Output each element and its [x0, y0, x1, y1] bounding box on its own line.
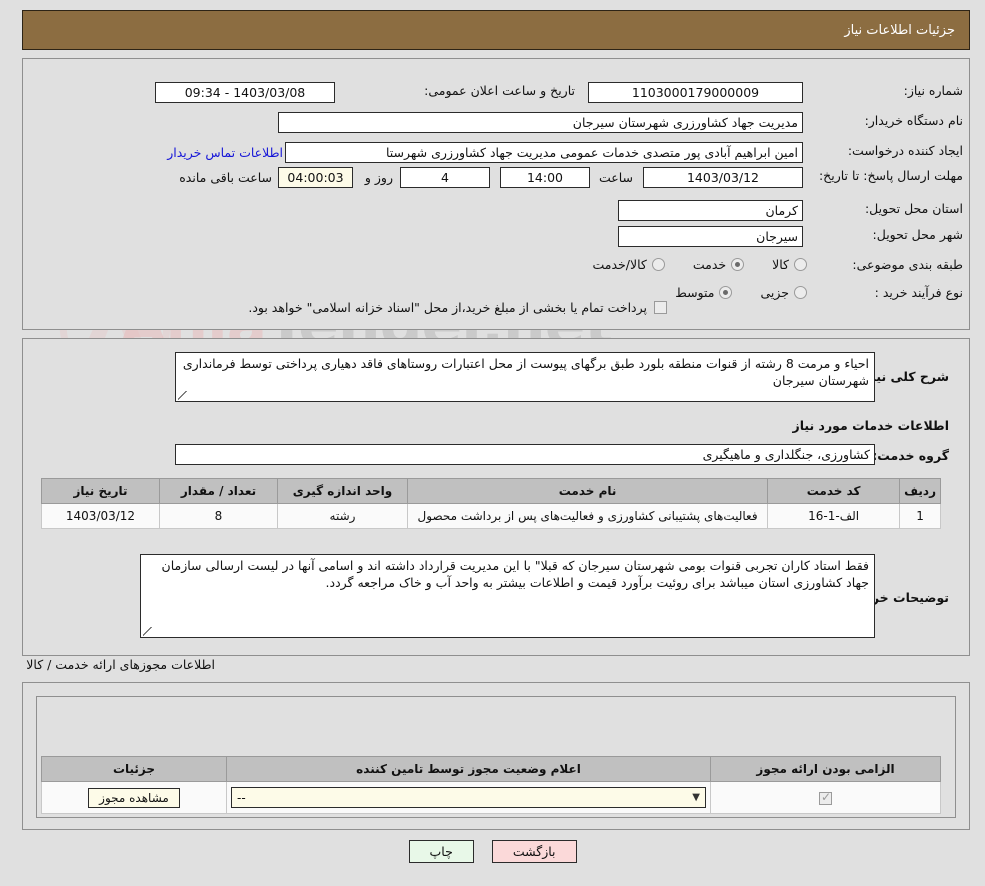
permits-section-title: اطلاعات مجوزهای ارائه خدمت / کالا	[26, 657, 215, 672]
category-radio-group: کالا خدمت کالا/خدمت	[592, 257, 807, 272]
category-label-kala-khedmat: کالا/خدمت	[592, 257, 647, 272]
process-option-motevaset[interactable]: متوسط	[675, 285, 733, 300]
process-label-wrap: نوع فرآیند خرید :	[875, 285, 963, 300]
services-table-header-row: ردیف کد خدمت نام خدمت واحد اندازه گیری ت…	[41, 478, 941, 504]
page-title: جزئیات اطلاعات نیاز	[844, 22, 955, 38]
category-option-kala-khedmat[interactable]: کالا/خدمت	[592, 257, 665, 272]
permits-col-status: اعلام وضعیت مجوز توسط تامین کننده	[226, 756, 711, 782]
treasury-row: پرداخت تمام یا بخشی از مبلغ خرید،از محل …	[248, 300, 667, 315]
permits-col-required: الزامی بودن ارائه مجوز	[710, 756, 941, 782]
services-cell-code: الف-1-16	[767, 503, 901, 529]
page-root: AniaTender.net جزئیات اطلاعات نیاز شماره…	[0, 0, 985, 886]
permit-status-value: --	[237, 790, 246, 805]
page-header: جزئیات اطلاعات نیاز	[22, 10, 970, 50]
permits-cell-required	[710, 781, 941, 814]
province-label-wrap: استان محل تحویل:	[865, 201, 963, 216]
services-table: ردیف کد خدمت نام خدمت واحد اندازه گیری ت…	[41, 478, 941, 529]
remaining-days-label: روز و	[364, 170, 393, 185]
process-option-jozei[interactable]: جزیی	[760, 285, 807, 300]
category-radio-khedmat[interactable]	[731, 258, 745, 271]
requester-label-wrap: ایجاد کننده درخواست:	[848, 143, 963, 158]
services-cell-date: 1403/03/12	[41, 503, 160, 529]
category-option-kala[interactable]: کالا	[772, 257, 807, 272]
permits-table-header-row: الزامی بودن ارائه مجوز اعلام وضعیت مجوز …	[41, 756, 941, 782]
services-cell-quantity: 8	[159, 503, 278, 529]
public-announce-label-wrap: تاریخ و ساعت اعلان عمومی:	[424, 83, 575, 98]
buyer-notes-textarea[interactable]: فقط استاد کاران تجربی قنوات بومی شهرستان…	[140, 554, 875, 638]
city-label-wrap: شهر محل تحویل:	[873, 227, 963, 242]
process-label-jozei: جزیی	[760, 285, 789, 300]
deadline-date-input[interactable]: 1403/03/12	[643, 167, 803, 188]
chevron-down-icon: ▼	[692, 792, 700, 803]
description-textarea[interactable]: احیاء و مرمت 8 رشته از قنوات منطقه بلورد…	[175, 352, 875, 402]
table-row: 1 الف-1-16 فعالیت‌های پشتیبانی کشاورزی و…	[41, 503, 941, 529]
permits-cell-status: ▼ --	[226, 781, 711, 814]
need-number-input[interactable]: 1103000179000009	[588, 82, 803, 103]
province-label: استان محل تحویل:	[864, 201, 963, 216]
process-label: نوع فرآیند خرید :	[874, 285, 963, 300]
process-label-motevaset: متوسط	[675, 285, 715, 300]
province-input[interactable]: کرمان	[618, 200, 803, 221]
services-cell-name: فعالیت‌های پشتیبانی کشاورزی و فعالیت‌های…	[406, 503, 769, 529]
services-col-unit: واحد اندازه گیری	[277, 478, 408, 504]
services-section-title: اطلاعات خدمات مورد نیاز	[792, 418, 950, 433]
service-group-input[interactable]: کشاورزی، جنگلداری و ماهیگیری	[175, 444, 875, 465]
buyer-contact-link[interactable]: اطلاعات تماس خریدار	[167, 145, 283, 160]
category-radio-kala-khedmat[interactable]	[651, 258, 665, 271]
print-button[interactable]: چاپ	[408, 840, 474, 863]
requester-input[interactable]: امین ابراهیم آبادی پور متصدی خدمات عمومی…	[285, 142, 803, 163]
footer-actions: بازگشت چاپ	[0, 840, 985, 863]
category-label-khedmat: خدمت	[692, 257, 727, 272]
deadline-hour-input[interactable]: 14:00	[500, 167, 590, 188]
process-radio-motevaset[interactable]	[719, 286, 733, 299]
permits-col-details: جزئیات	[41, 756, 227, 782]
deadline-label: مهلت ارسال پاسخ: تا تاریخ:	[818, 168, 963, 183]
services-col-name: نام خدمت	[406, 478, 769, 504]
category-label-wrap: طبقه بندی موضوعی:	[852, 257, 963, 272]
buyer-org-input[interactable]: مدیریت جهاد کشاورزری شهرستان سیرجان	[278, 112, 803, 133]
category-option-khedmat[interactable]: خدمت	[692, 257, 745, 272]
remaining-days-input[interactable]: 4	[400, 167, 490, 188]
remaining-time-label: ساعت باقی مانده	[179, 170, 272, 185]
category-label: طبقه بندی موضوعی:	[852, 257, 963, 272]
services-col-date: تاریخ نیاز	[41, 478, 160, 504]
public-announce-label: تاریخ و ساعت اعلان عمومی:	[424, 83, 575, 98]
deadline-hour-label: ساعت	[598, 170, 633, 185]
requester-label: ایجاد کننده درخواست:	[847, 143, 963, 158]
permit-required-checkbox	[819, 790, 832, 805]
city-input[interactable]: سیرجان	[618, 226, 803, 247]
table-row: ▼ -- مشاهده مجوز	[41, 781, 941, 814]
service-group-label: گروه خدمت:	[872, 448, 949, 463]
category-label-kala: کالا	[772, 257, 789, 272]
permits-cell-details: مشاهده مجوز	[41, 781, 227, 814]
deadline-label-wrap: مهلت ارسال پاسخ: تا تاریخ:	[813, 168, 963, 183]
public-announce-input[interactable]: 1403/03/08 - 09:34	[155, 82, 335, 103]
need-number-label: شماره نیاز:	[903, 83, 963, 98]
category-radio-kala[interactable]	[794, 258, 807, 271]
services-col-row: ردیف	[899, 478, 941, 504]
services-col-code: کد خدمت	[767, 478, 901, 504]
remaining-time-input[interactable]: 04:00:03	[278, 167, 353, 188]
buyer-org-label: نام دستگاه خریدار:	[864, 113, 963, 128]
permits-table: الزامی بودن ارائه مجوز اعلام وضعیت مجوز …	[41, 756, 941, 814]
buyer-org-label-wrap: نام دستگاه خریدار:	[865, 113, 963, 128]
services-col-quantity: تعداد / مقدار	[159, 478, 278, 504]
services-cell-row: 1	[899, 503, 941, 529]
services-cell-unit: رشته	[277, 503, 408, 529]
view-permit-button[interactable]: مشاهده مجوز	[88, 787, 180, 808]
city-label: شهر محل تحویل:	[872, 227, 963, 242]
permit-status-select[interactable]: ▼ --	[231, 787, 706, 808]
treasury-checkbox[interactable]	[654, 301, 667, 314]
process-radio-group: جزیی متوسط	[675, 285, 807, 300]
back-button[interactable]: بازگشت	[491, 840, 577, 863]
treasury-text: پرداخت تمام یا بخشی از مبلغ خرید،از محل …	[248, 300, 647, 315]
process-radio-jozei[interactable]	[794, 286, 807, 299]
